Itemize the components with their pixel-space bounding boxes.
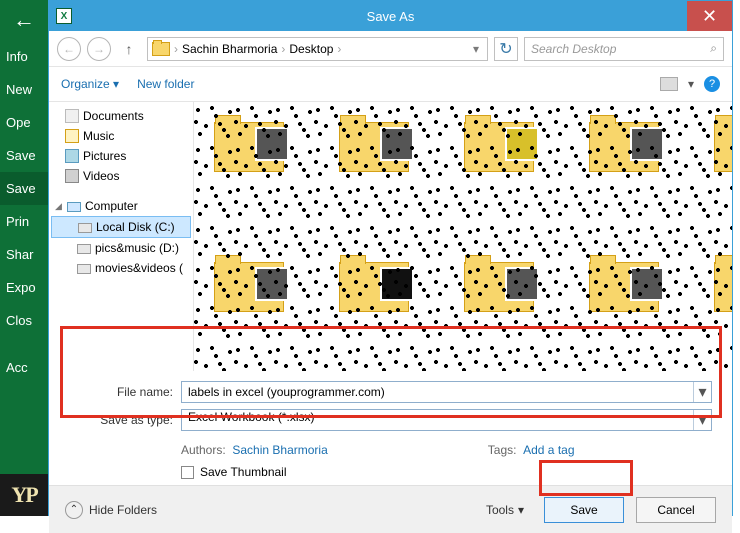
tree-drive-d[interactable]: pics&music (D:) — [51, 238, 191, 258]
folder-item[interactable] — [339, 252, 419, 322]
dialog-title: Save As — [367, 9, 415, 24]
filename-label: File name: — [69, 385, 181, 399]
view-icon[interactable] — [660, 77, 678, 91]
breadcrumb[interactable]: › Sachin Bharmoria › Desktop › ▾ — [147, 37, 488, 61]
search-placeholder: Search Desktop — [531, 42, 616, 56]
documents-icon — [65, 109, 79, 123]
savetype-label: Save as type: — [69, 413, 181, 427]
folder-tree[interactable]: Documents Music Pictures Videos ◢Compute… — [49, 102, 194, 371]
sidebar-item-print[interactable]: Prin — [0, 205, 48, 238]
nav-back-button[interactable]: ← — [57, 37, 81, 61]
chevron-down-icon[interactable]: ▾ — [693, 410, 711, 430]
tree-lib-music[interactable]: Music — [51, 126, 191, 146]
sidebar-item-export[interactable]: Expo — [0, 271, 48, 304]
drive-icon — [77, 264, 91, 274]
dialog-body: Documents Music Pictures Videos ◢Compute… — [49, 101, 732, 371]
search-input[interactable]: Search Desktop ⌕ — [524, 37, 724, 61]
computer-icon — [67, 202, 81, 212]
folder-item[interactable] — [714, 112, 732, 182]
file-pane[interactable] — [194, 102, 732, 371]
dialog-footer: ⌃ Hide Folders Tools ▾ Save Cancel — [49, 485, 732, 533]
excel-app-icon: X — [49, 1, 79, 31]
tree-lib-pictures[interactable]: Pictures — [51, 146, 191, 166]
sidebar-item-account[interactable]: Acc — [0, 351, 48, 384]
tree-computer[interactable]: ◢Computer — [51, 196, 191, 216]
breadcrumb-dropdown-icon[interactable]: ▾ — [469, 42, 483, 56]
save-form: File name: ▾ Save as type: Excel Workboo… — [49, 371, 732, 441]
chevron-right-icon: › — [281, 42, 285, 56]
folder-item[interactable] — [214, 112, 294, 182]
refresh-button[interactable]: ↻ — [494, 37, 518, 61]
tags-value[interactable]: Add a tag — [523, 443, 574, 457]
sidebar-item-saveas[interactable]: Save — [0, 172, 48, 205]
filename-field[interactable] — [182, 382, 693, 402]
save-thumbnail-checkbox[interactable] — [181, 466, 194, 479]
sidebar-item-share[interactable]: Shar — [0, 238, 48, 271]
sidebar-item-info[interactable]: Info — [0, 40, 48, 73]
save-button[interactable]: Save — [544, 497, 624, 523]
pictures-icon — [65, 149, 79, 163]
breadcrumb-seg-user[interactable]: Sachin Bharmoria — [182, 42, 277, 56]
filename-input[interactable]: ▾ — [181, 381, 712, 403]
chevron-right-icon: › — [174, 42, 178, 56]
savetype-select[interactable]: Excel Workbook (*.xlsx) ▾ — [181, 409, 712, 431]
sidebar-item-close[interactable]: Clos — [0, 304, 48, 337]
expand-icon: ◢ — [55, 201, 63, 212]
authors-label: Authors: — [181, 443, 226, 457]
metadata-row: Authors: Sachin Bharmoria Tags: Add a ta… — [49, 441, 732, 459]
sidebar-item-open[interactable]: Ope — [0, 106, 48, 139]
chevron-down-icon[interactable]: ▾ — [688, 77, 694, 91]
authors-value[interactable]: Sachin Bharmoria — [232, 443, 327, 457]
nav-row: ← → ↑ › Sachin Bharmoria › Desktop › ▾ ↻… — [49, 31, 732, 67]
folder-item[interactable] — [339, 112, 419, 182]
help-icon[interactable]: ? — [704, 76, 720, 92]
savetype-value: Excel Workbook (*.xlsx) — [182, 410, 693, 430]
breadcrumb-seg-desktop[interactable]: Desktop — [289, 42, 333, 56]
folder-item[interactable] — [589, 112, 669, 182]
drive-icon — [78, 223, 92, 233]
tree-drive-e[interactable]: movies&videos ( — [51, 258, 191, 278]
tree-lib-videos[interactable]: Videos — [51, 166, 191, 186]
nav-forward-button[interactable]: → — [87, 37, 111, 61]
toolbar: Organize ▾ New folder ▾ ? — [49, 67, 732, 101]
chevron-down-icon: ▾ — [518, 503, 524, 517]
drive-icon — [77, 244, 91, 254]
chevron-right-icon: › — [337, 42, 341, 56]
folder-item[interactable] — [589, 252, 669, 322]
sidebar-item-save[interactable]: Save — [0, 139, 48, 172]
folder-icon — [152, 42, 170, 56]
folder-item[interactable] — [464, 112, 544, 182]
folder-item[interactable] — [714, 252, 732, 322]
titlebar[interactable]: X Save As ✕ — [49, 1, 732, 31]
chevron-down-icon: ▾ — [113, 77, 119, 91]
excel-backstage: ← Info New Ope Save Save Prin Shar Expo … — [0, 0, 740, 516]
tree-lib-documents[interactable]: Documents — [51, 106, 191, 126]
folder-item[interactable] — [214, 252, 294, 322]
tools-menu[interactable]: Tools ▾ — [486, 503, 524, 517]
videos-icon — [65, 169, 79, 183]
close-icon: ✕ — [702, 6, 717, 27]
close-button[interactable]: ✕ — [687, 1, 732, 31]
watermark-logo: YP — [0, 474, 48, 516]
chevron-down-icon[interactable]: ▾ — [693, 382, 711, 402]
save-thumbnail-label: Save Thumbnail — [200, 465, 287, 479]
nav-up-button[interactable]: ↑ — [117, 37, 141, 61]
music-icon — [65, 129, 79, 143]
save-as-dialog: X Save As ✕ ← → ↑ › Sachin Bharmoria › D… — [48, 0, 733, 516]
excel-sidebar: ← Info New Ope Save Save Prin Shar Expo … — [0, 0, 48, 516]
new-folder-button[interactable]: New folder — [137, 77, 194, 91]
tree-drive-c[interactable]: Local Disk (C:) — [51, 216, 191, 238]
tags-label: Tags: — [488, 443, 517, 457]
back-arrow[interactable]: ← — [0, 0, 48, 40]
sidebar-item-new[interactable]: New — [0, 73, 48, 106]
folder-item[interactable] — [464, 252, 544, 322]
save-thumbnail-row: Save Thumbnail — [49, 459, 732, 485]
search-icon: ⌕ — [710, 41, 717, 56]
cancel-button[interactable]: Cancel — [636, 497, 716, 523]
organize-menu[interactable]: Organize ▾ — [61, 77, 119, 91]
